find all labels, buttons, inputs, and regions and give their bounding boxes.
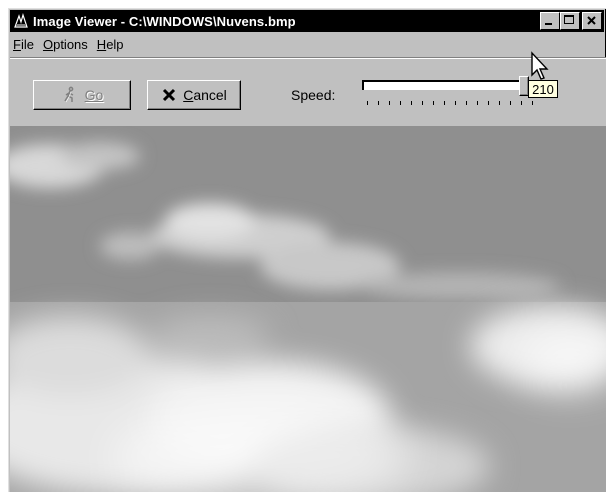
menu-file[interactable]: File — [10, 37, 40, 52]
speed-slider-tick — [532, 101, 533, 105]
menu-bar: File Options Help — [10, 34, 604, 55]
x-icon — [163, 88, 176, 102]
maximize-button[interactable] — [560, 12, 580, 30]
menu-help-accel: H — [96, 37, 107, 52]
go-button-label: Go — [84, 87, 104, 103]
close-button[interactable] — [582, 12, 602, 30]
cancel-button[interactable]: Cancel — [147, 80, 241, 110]
menu-options-label: ptions — [53, 37, 88, 52]
speed-slider-tick — [499, 101, 500, 105]
close-icon — [587, 16, 596, 25]
toolbar: Go Cancel Speed: — [10, 57, 606, 126]
menu-help-label: elp — [106, 37, 124, 52]
menu-file-accel: F — [13, 37, 21, 52]
speed-slider-tick — [378, 101, 379, 105]
mouse-pointer-icon — [531, 51, 549, 80]
speed-slider[interactable] — [362, 76, 542, 112]
speed-slider-tick — [389, 101, 390, 105]
walking-figure-icon — [64, 86, 74, 103]
maximize-icon — [564, 15, 574, 24]
speed-slider-tick — [400, 101, 401, 105]
menu-file-label: ile — [20, 37, 34, 52]
cancel-accel: C — [183, 87, 194, 103]
title-bar-buttons — [540, 12, 602, 30]
cancel-button-label: Cancel — [183, 87, 227, 103]
clouds-image — [10, 126, 606, 492]
image-viewer-window: Image Viewer - C:\WINDOWS\Nuvens.bmp Fil… — [8, 8, 606, 492]
speed-slider-tick — [367, 101, 368, 105]
speed-label: Speed: — [291, 87, 336, 103]
speed-slider-tick — [477, 101, 478, 105]
speed-slider-tick — [455, 101, 456, 105]
image-viewer-app-icon — [14, 13, 28, 28]
cancel-label-rest: ancel — [193, 87, 227, 103]
minimize-icon — [545, 23, 552, 25]
minimize-button[interactable] — [540, 12, 560, 30]
speed-slider-tick — [521, 101, 522, 105]
speed-slider-tick — [510, 101, 511, 105]
speed-slider-tick — [466, 101, 467, 105]
speed-slider-tick — [433, 101, 434, 105]
go-button[interactable]: Go — [33, 80, 131, 110]
speed-slider-tick — [444, 101, 445, 105]
speed-slider-tick — [411, 101, 412, 105]
menu-options[interactable]: Options — [40, 37, 94, 52]
image-canvas — [10, 126, 606, 492]
window-title: Image Viewer - C:\WINDOWS\Nuvens.bmp — [33, 13, 296, 29]
speed-slider-tick — [488, 101, 489, 105]
menu-help[interactable]: Help — [94, 37, 130, 52]
title-bar[interactable]: Image Viewer - C:\WINDOWS\Nuvens.bmp — [10, 10, 604, 32]
speed-slider-track[interactable] — [362, 80, 537, 90]
speed-slider-tick — [422, 101, 423, 105]
menu-options-accel: O — [42, 37, 54, 52]
